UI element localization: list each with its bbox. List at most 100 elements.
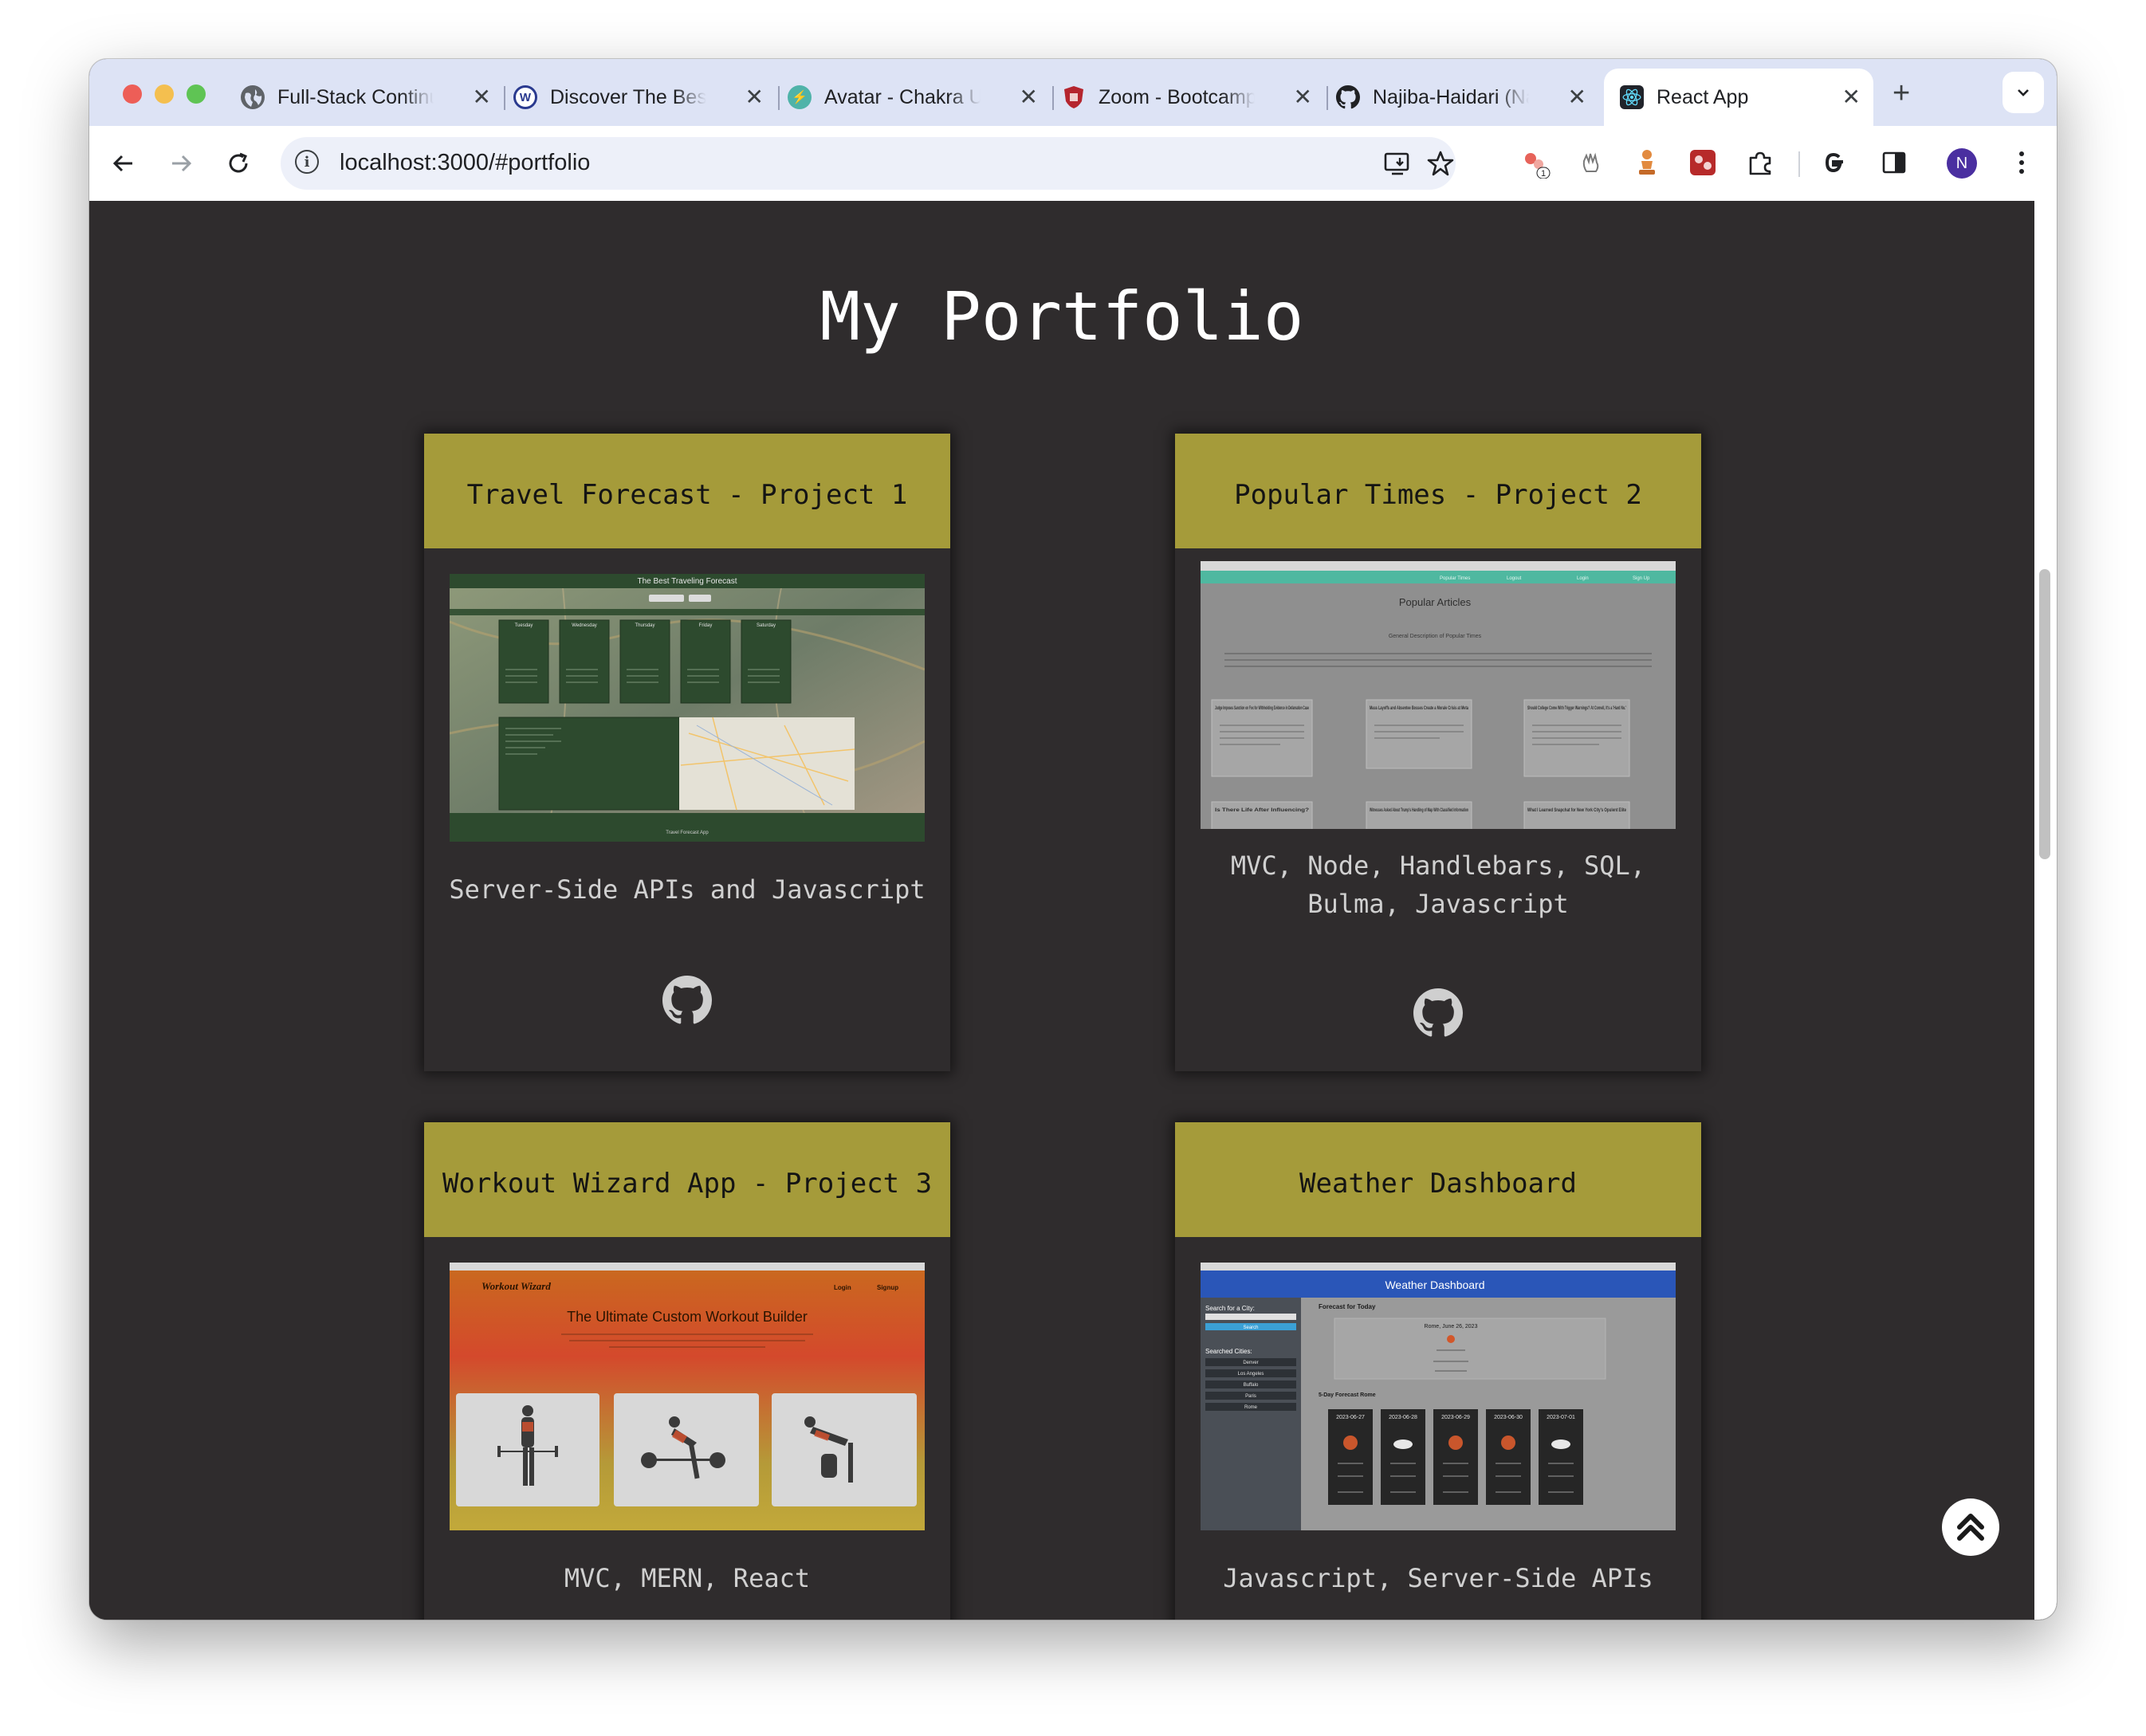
- tab-title: Zoom - Bootcamp: [1099, 85, 1255, 108]
- thumb-footer: Travel Forecast App: [666, 831, 709, 835]
- tab-strip: Full-Stack Continuing ✕ W Discover The B…: [89, 59, 2057, 126]
- address-bar[interactable]: i localhost:3000/#portfolio: [281, 137, 1456, 190]
- react-icon: [1620, 85, 1644, 109]
- close-tab-icon[interactable]: ✕: [745, 86, 764, 108]
- chevron-down-icon: [2018, 89, 2029, 96]
- page-scrollbar[interactable]: [2034, 201, 2057, 1620]
- thumb-today-city: Rome, June 26, 2023: [1425, 1324, 1478, 1329]
- thumb-heading: Weather Dashboard: [1385, 1278, 1484, 1291]
- card-description: MVC, Node, Handlebars, SQL, Bulma, Javas…: [1230, 850, 1646, 919]
- github-icon[interactable]: [1413, 988, 1463, 1038]
- toolbar-divider: [1798, 151, 1800, 177]
- thumb-brand: Workout Wizard: [481, 1280, 551, 1292]
- thumb-city: Paris: [1245, 1394, 1256, 1399]
- thumb-article-title: What I Learned Snapchat for New York Cit…: [1527, 808, 1626, 813]
- thumb-article-title: Witnesses Asked About Trump's Handling o…: [1370, 808, 1468, 813]
- tab-divider: [1052, 86, 1054, 110]
- tab-zoom-bootcamp[interactable]: Zoom - Bootcamp ✕: [1062, 69, 1325, 126]
- bookmark-star-icon[interactable]: [1425, 148, 1456, 179]
- project-screenshot-weather-dashboard[interactable]: Weather Dashboard Search for a City: Sea…: [1201, 1263, 1676, 1530]
- tab-react-app[interactable]: React App ✕: [1604, 69, 1873, 126]
- thumb-today-label: Forecast for Today: [1319, 1303, 1376, 1310]
- tab-full-stack[interactable]: Full-Stack Continuing ✕: [241, 69, 504, 126]
- zoom-window-button[interactable]: [187, 84, 206, 104]
- page-viewport: My Portfolio Travel Forecast - Project 1…: [89, 201, 2057, 1620]
- arrow-right-icon: [172, 155, 192, 172]
- project-card-travel-forecast: Travel Forecast - Project 1 The Best Tra…: [424, 434, 950, 1071]
- project-card-popular-times: Popular Times - Project 2 Popular Times …: [1175, 434, 1701, 1071]
- close-tab-icon[interactable]: ✕: [1842, 86, 1861, 108]
- thumb-heading: Popular Articles: [1399, 596, 1472, 608]
- globe-icon: [241, 85, 265, 109]
- new-tab-button[interactable]: +: [1892, 77, 1910, 111]
- thumb-city: Buffalo: [1244, 1383, 1259, 1388]
- project-card-workout-wizard: Workout Wizard App - Project 3 Workout W…: [424, 1122, 950, 1620]
- card-title: Weather Dashboard: [1175, 1122, 1701, 1237]
- project-card-weather-dashboard: Weather Dashboard Weather Dashboard Sear…: [1175, 1122, 1701, 1620]
- extension-puzzle-red-icon[interactable]: 1: [1519, 147, 1551, 179]
- lightning-icon: ⚡: [788, 85, 812, 109]
- card-description: Javascript, Server-Side APIs: [1223, 1563, 1653, 1593]
- extension-chess-icon[interactable]: [1631, 147, 1663, 179]
- scrollbar-thumb[interactable]: [2039, 569, 2050, 859]
- project-screenshot-popular-times[interactable]: Popular Times Logout Login Sign Up Popul…: [1201, 561, 1676, 829]
- install-app-icon[interactable]: [1382, 148, 1413, 179]
- arrow-left-icon: [112, 155, 132, 172]
- back-button[interactable]: [105, 145, 142, 182]
- thumb-nav: Signup: [877, 1284, 898, 1291]
- thumb-search-label: Search for a City:: [1205, 1305, 1255, 1312]
- thumb-article-title: Should College Come With Trigger Warning…: [1527, 706, 1626, 711]
- minimize-window-button[interactable]: [155, 84, 174, 104]
- thumb-heading: The Ultimate Custom Workout Builder: [567, 1309, 808, 1325]
- extension-hand-icon[interactable]: [1575, 147, 1607, 179]
- github-icon[interactable]: [662, 976, 712, 1025]
- menu-kebab-icon[interactable]: [2006, 147, 2038, 179]
- thumb-searched-label: Searched Cities:: [1205, 1348, 1252, 1355]
- double-chevron-up-icon: [1957, 1514, 1984, 1541]
- tab-title: Discover The Best: [550, 85, 706, 108]
- thumb-forecast-date: 2023-06-28: [1389, 1415, 1417, 1420]
- browser-window: Full-Stack Continuing ✕ W Discover The B…: [89, 59, 2057, 1620]
- extension-red-square-icon[interactable]: [1687, 147, 1719, 179]
- browser-toolbar: i localhost:3000/#portfolio 1 N: [89, 126, 2057, 202]
- card-title: Workout Wizard App - Project 3: [424, 1122, 950, 1237]
- thumb-day-label: Thursday: [635, 623, 654, 628]
- thumb-day-label: Friday: [699, 623, 713, 628]
- card-description: Server-Side APIs and Javascript: [449, 874, 926, 905]
- google-icon[interactable]: [1818, 147, 1849, 179]
- tab-github-profile[interactable]: Najiba-Haidari (Najiba) ✕: [1336, 69, 1599, 126]
- thumb-article-title: Mass Layoffs and Absentee Bosses Create …: [1370, 706, 1468, 711]
- profile-avatar[interactable]: N: [1947, 148, 1977, 179]
- site-info-icon[interactable]: i: [295, 150, 319, 174]
- project-screenshot-travel[interactable]: The Best Traveling Forecast Tuesday Wedn…: [450, 574, 925, 842]
- card-title: Popular Times - Project 2: [1175, 434, 1701, 548]
- thumb-city: Los Angeles: [1238, 1372, 1264, 1377]
- tab-title: Full-Stack Continuing: [277, 85, 434, 108]
- close-tab-icon[interactable]: ✕: [1294, 86, 1312, 108]
- tab-divider: [504, 86, 505, 110]
- scroll-to-top-button[interactable]: [1942, 1498, 1999, 1556]
- card-description: MVC, MERN, React: [564, 1563, 811, 1593]
- reload-button[interactable]: [220, 145, 257, 182]
- tab-discover[interactable]: W Discover The Best ✕: [513, 69, 776, 126]
- thumb-city: Denver: [1243, 1361, 1258, 1365]
- tab-title: Avatar - Chakra UI: [824, 85, 981, 108]
- side-panel-icon[interactable]: [1878, 147, 1910, 179]
- thumb-nav: Logout: [1507, 576, 1522, 581]
- thumb-nav: Popular Times: [1440, 576, 1470, 581]
- tab-avatar-chakra[interactable]: ⚡ Avatar - Chakra UI ✕: [788, 69, 1051, 126]
- thumb-forecast-date: 2023-06-27: [1336, 1415, 1365, 1420]
- close-tab-icon[interactable]: ✕: [473, 86, 491, 108]
- url-text[interactable]: localhost:3000/#portfolio: [340, 150, 590, 176]
- close-tab-icon[interactable]: ✕: [1568, 86, 1586, 108]
- close-tab-icon[interactable]: ✕: [1020, 86, 1038, 108]
- shield-icon: [1062, 85, 1086, 109]
- forward-button[interactable]: [163, 145, 199, 182]
- extensions-puzzle-icon[interactable]: [1744, 147, 1776, 179]
- tab-search-button[interactable]: [2003, 72, 2044, 113]
- thumb-search-button: Search: [1243, 1326, 1258, 1330]
- close-window-button[interactable]: [123, 84, 142, 104]
- thumb-nav: Login: [1577, 576, 1589, 581]
- thumb-five-day-label: 5-Day Forecast Rome: [1319, 1392, 1376, 1398]
- project-screenshot-workout-wizard[interactable]: Workout Wizard Login Signup The Ultimate…: [450, 1263, 925, 1530]
